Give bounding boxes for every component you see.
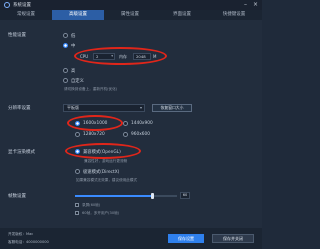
fps-check-2[interactable] xyxy=(75,211,79,215)
tab-advanced[interactable]: 高级设置 xyxy=(52,10,104,20)
fps-value-box[interactable]: 60 xyxy=(180,192,190,199)
perf-custom-radio[interactable] xyxy=(63,78,68,83)
render-fast-label: 极速模式(DirectX) xyxy=(83,170,120,175)
render-hint-2: 如果兼容模式无效果，建议使用此模式 xyxy=(76,178,138,182)
close-icon[interactable]: × xyxy=(253,2,258,8)
footer: 开发版权：Mac 客服电话：4000000000 保存设置 保存并关闭 xyxy=(0,228,262,249)
annotation-circle-performance xyxy=(74,47,167,65)
tab-properties[interactable]: 属性设置 xyxy=(104,10,156,20)
perf-medium-label: 中 xyxy=(71,44,76,49)
fps-check-1-label: 录屏(60帧) xyxy=(82,203,101,207)
res-1280-label: 1280x720 xyxy=(83,132,105,137)
render-fast-radio[interactable] xyxy=(75,169,80,174)
restore-window-size-button[interactable]: 恢复窗口大小 xyxy=(152,104,192,112)
fps-label: 帧数设置 xyxy=(8,194,26,199)
resolution-label: 分辨率设置 xyxy=(8,106,31,111)
tab-shortcuts[interactable]: 快捷键设置 xyxy=(208,10,260,20)
res-1440-radio[interactable] xyxy=(123,121,128,126)
minimize-icon[interactable]: – xyxy=(244,2,247,8)
save-button[interactable]: 保存设置 xyxy=(168,234,204,243)
res-960-label: 960x600 xyxy=(131,132,150,137)
perf-high-radio[interactable] xyxy=(63,68,68,73)
perf-medium-radio[interactable] xyxy=(63,43,68,48)
fps-check-2-label: 60帧，多开用户(30帧) xyxy=(82,211,120,215)
res-960-radio[interactable] xyxy=(123,132,128,137)
render-hint-1: 兼容性好，游戏运行更流畅 xyxy=(84,159,128,163)
chevron-down-icon: ▾ xyxy=(139,105,142,110)
annotation-circle-render xyxy=(65,143,141,159)
fps-check-1[interactable] xyxy=(75,203,79,207)
settings-window: 系统设置 – × 常规设置 高级设置 属性设置 界面设置 快捷键设置 性能设置 … xyxy=(0,0,262,249)
window-title: 系统设置 xyxy=(13,3,31,8)
resolution-preset-value: 平板版 xyxy=(67,105,79,110)
perf-low-radio[interactable] xyxy=(63,33,68,38)
fps-slider-fill xyxy=(75,195,152,197)
tab-bar: 常规设置 高级设置 属性设置 界面设置 快捷键设置 xyxy=(0,10,262,20)
perf-low-label: 低 xyxy=(71,34,76,39)
save-and-close-button[interactable]: 保存并关闭 xyxy=(212,234,254,243)
contact-label: 客服电话：4000000000 xyxy=(8,240,49,244)
resolution-preset-select[interactable]: 平板版 ▾ xyxy=(63,104,145,112)
version-label: 开发版权：Mac xyxy=(8,232,34,236)
settings-content: 性能设置 低 中 CPU 2 ▾ 内存 2048 M 高 自定义 请切换到设备上… xyxy=(0,20,262,228)
tab-interface[interactable]: 界面设置 xyxy=(156,10,208,20)
title-bar: 系统设置 – × xyxy=(0,0,262,10)
performance-label: 性能设置 xyxy=(8,33,26,38)
perf-custom-label: 自定义 xyxy=(71,79,84,84)
res-1280-radio[interactable] xyxy=(75,132,80,137)
render-mode-label: 显卡渲染模式 xyxy=(8,150,35,155)
annotation-circle-resolution xyxy=(67,115,123,131)
perf-high-label: 高 xyxy=(71,69,76,74)
tab-general[interactable]: 常规设置 xyxy=(0,10,52,20)
res-1440-label: 1440x900 xyxy=(131,121,153,126)
performance-hint: 请切换到设备上，重新开机(优化) xyxy=(64,87,118,91)
fps-slider-knob[interactable] xyxy=(151,193,154,199)
settings-icon xyxy=(4,2,10,8)
